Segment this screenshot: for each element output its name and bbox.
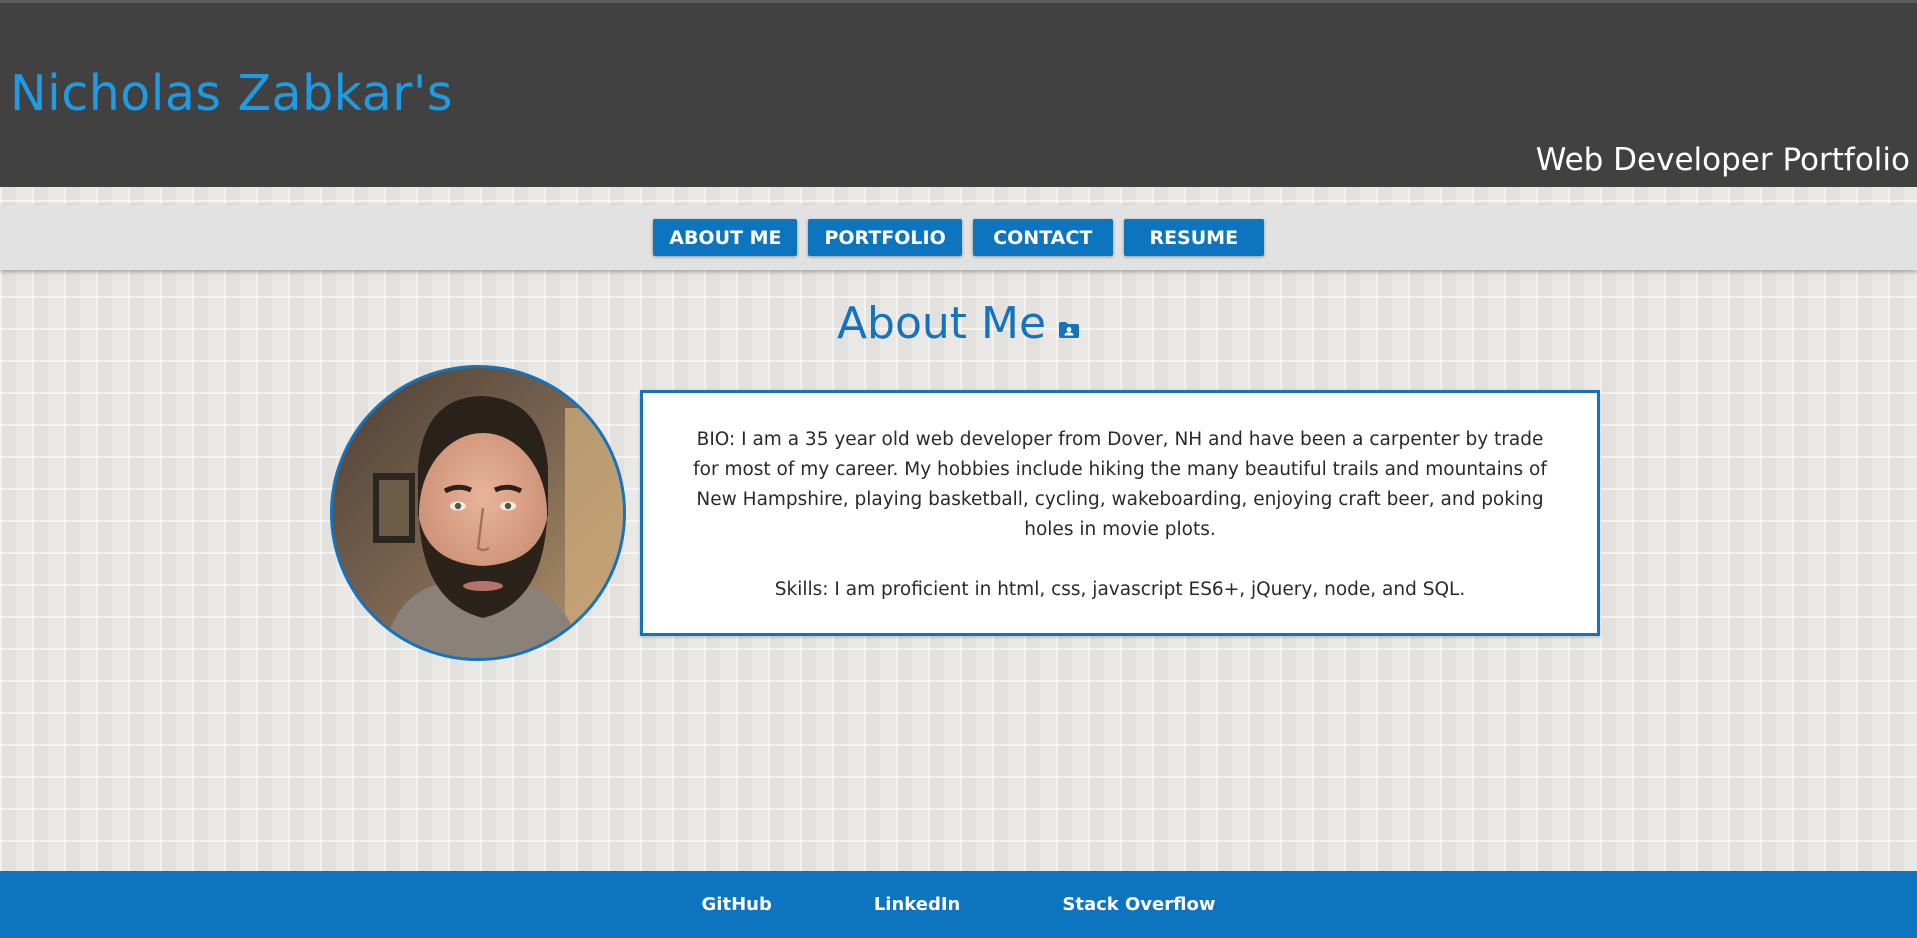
about-me-heading-text: About Me (836, 298, 1047, 349)
about-me-heading: About Me (0, 298, 1917, 352)
nav-resume-button[interactable]: Resume (1123, 219, 1264, 256)
footer-github-link[interactable]: GitHub (702, 894, 772, 915)
site-title: Nicholas Zabkar's (10, 65, 453, 122)
footer-stackoverflow-link[interactable]: Stack Overflow (1062, 894, 1215, 915)
footer-linkedin-link[interactable]: LinkedIn (874, 894, 961, 915)
skills-text: Skills: I am proficient in html, css, ja… (774, 579, 1466, 600)
site-header: Nicholas Zabkar's Web Developer Portfoli… (0, 0, 1917, 187)
nav-about-me-button[interactable]: About Me (653, 219, 798, 256)
nav-portfolio-button[interactable]: Portfolio (808, 219, 962, 256)
profile-photo-image (333, 368, 623, 658)
site-footer: GitHub LinkedIn Stack Overflow (0, 871, 1917, 938)
contact-card-folder-icon (1058, 299, 1080, 350)
bio-text: BIO: I am a 35 year old web developer fr… (693, 429, 1547, 540)
nav-contact-button[interactable]: Contact (972, 219, 1113, 256)
nav-bar: About Me Portfolio Contact Resume (0, 205, 1917, 270)
site-subtitle: Web Developer Portfolio (1535, 142, 1910, 178)
profile-photo (330, 365, 626, 661)
bio-card: BIO: I am a 35 year old web developer fr… (640, 390, 1600, 636)
